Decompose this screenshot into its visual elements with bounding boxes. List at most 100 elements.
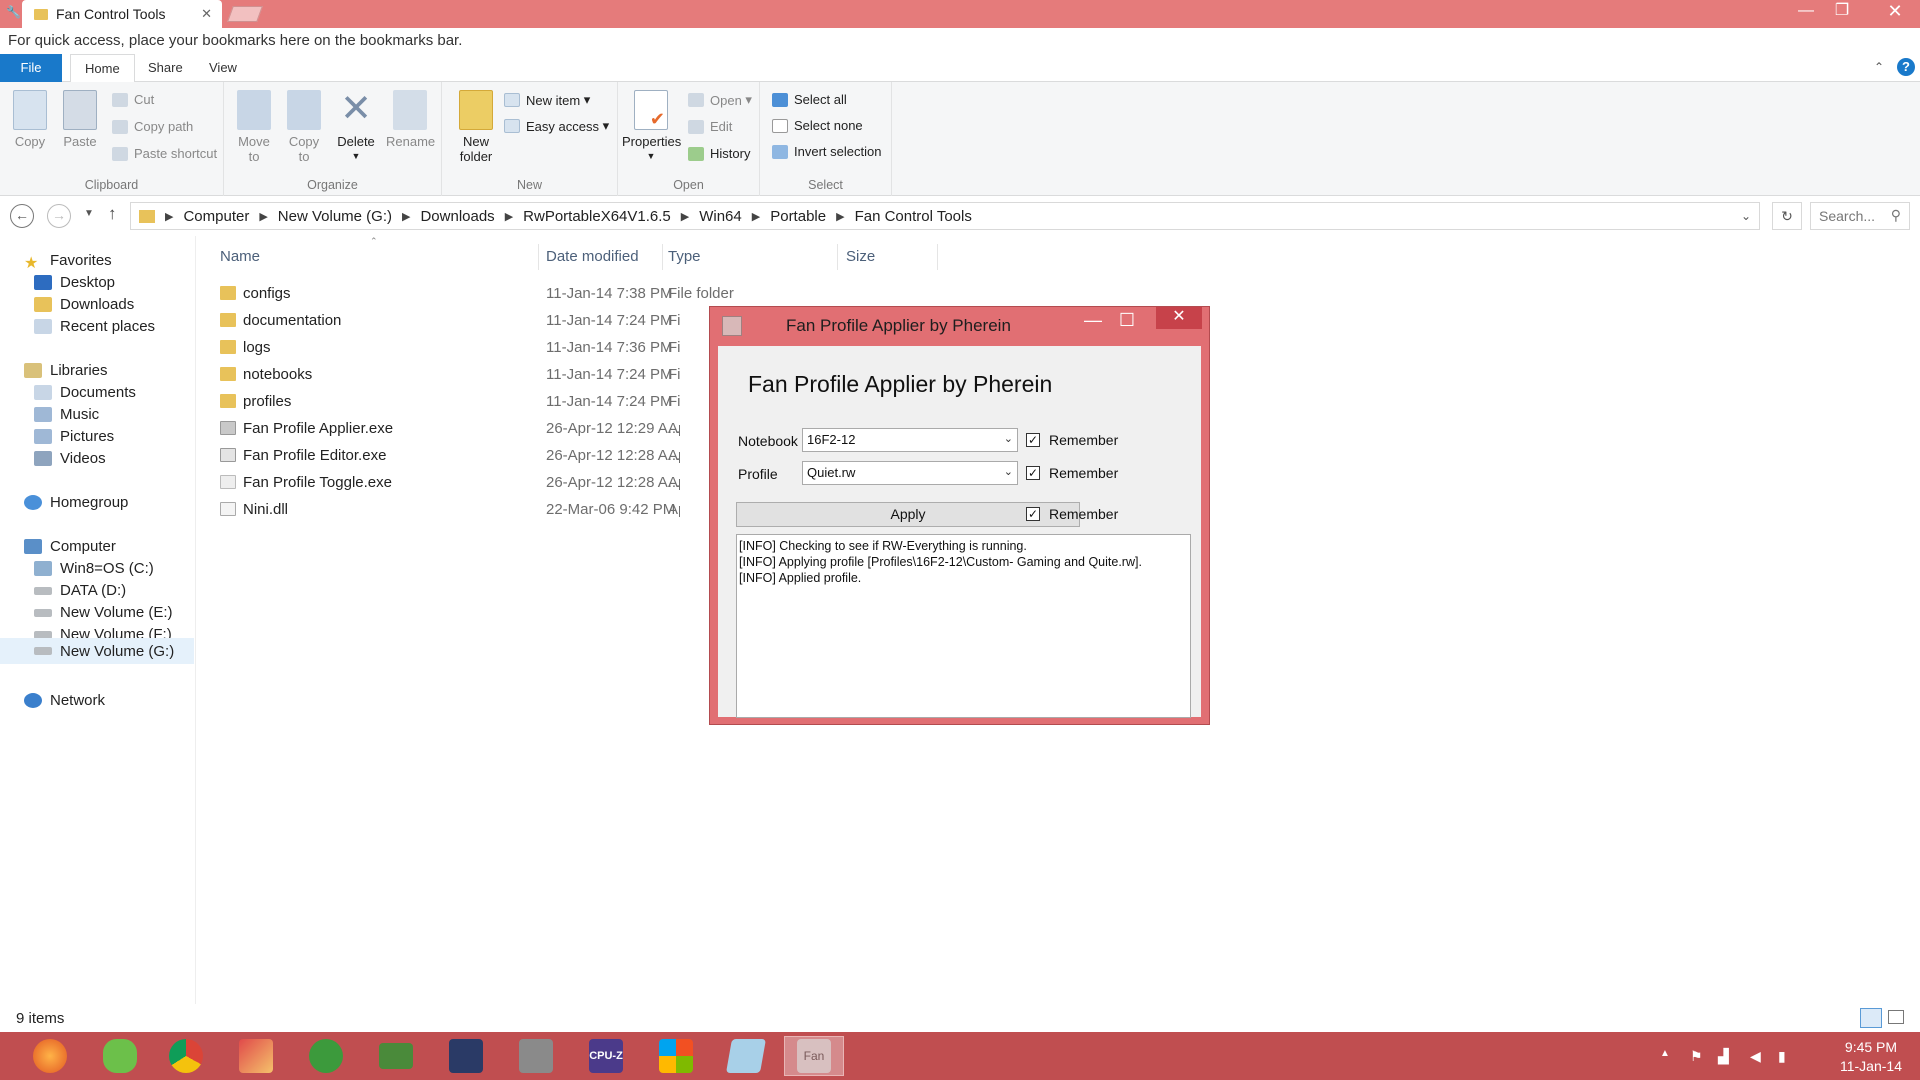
column-size[interactable]: Size	[846, 248, 875, 265]
volume-icon[interactable]: ◀	[1750, 1048, 1761, 1065]
cut-button[interactable]: Cut	[112, 92, 154, 107]
browser-tab[interactable]: Fan Control Tools ✕	[22, 0, 222, 28]
tab-share[interactable]: Share	[134, 54, 197, 82]
delete-dropdown-icon[interactable]: ▼	[334, 149, 378, 164]
search-input[interactable]: Search... ⚲	[1810, 202, 1910, 230]
select-all-button[interactable]: Select all	[772, 92, 847, 107]
nav-drive-g[interactable]: New Volume (G:)	[0, 638, 194, 664]
equalizer-taskbar-icon[interactable]	[436, 1036, 496, 1076]
breadcrumb-portable[interactable]: Portable	[770, 208, 826, 225]
windows-taskbar-icon[interactable]	[646, 1036, 706, 1076]
invert-selection-button[interactable]: Invert selection	[772, 144, 881, 159]
notepad-taskbar-icon[interactable]	[716, 1036, 776, 1076]
delete-button[interactable]: ✕ Delete ▼	[334, 90, 378, 164]
back-button[interactable]: ←	[10, 204, 34, 228]
forward-button[interactable]: →	[47, 204, 71, 228]
nav-desktop[interactable]: Desktop	[34, 274, 115, 291]
nav-network[interactable]: Network	[24, 692, 105, 709]
nav-downloads[interactable]: Downloads	[34, 296, 134, 313]
rw-everything-taskbar-icon[interactable]	[506, 1036, 566, 1076]
new-folder-button[interactable]: New folder	[456, 90, 496, 164]
rename-button[interactable]: Rename	[386, 90, 435, 149]
maximize-button[interactable]: ❐	[1822, 0, 1862, 24]
log-output[interactable]: [INFO] Checking to see if RW-Everything …	[736, 534, 1191, 718]
profile-select[interactable]: Quiet.rw ⌄	[802, 461, 1018, 485]
breadcrumb-fan-control-tools[interactable]: Fan Control Tools	[855, 208, 972, 225]
nav-recent-places[interactable]: Recent places	[34, 318, 155, 335]
properties-button[interactable]: ✔ Properties ▼	[622, 90, 681, 164]
dialog-minimize-button[interactable]: —	[1078, 310, 1108, 331]
column-date-modified[interactable]: Date modified	[546, 248, 639, 265]
remember-notebook-checkbox[interactable]: ✓ Remember	[1026, 432, 1118, 448]
nav-favorites[interactable]: ★ Favorites	[24, 252, 112, 272]
nav-drive-e[interactable]: New Volume (E:)	[34, 604, 173, 621]
paste-shortcut-button[interactable]: Paste shortcut	[112, 146, 217, 161]
paste-button[interactable]: Paste	[60, 90, 100, 149]
nav-homegroup[interactable]: Homegroup	[24, 494, 128, 511]
copy-button[interactable]: Copy	[10, 90, 50, 149]
open-button[interactable]: Open ▾	[688, 92, 752, 108]
properties-dropdown-icon[interactable]: ▼	[622, 149, 680, 164]
chrome-taskbar-icon[interactable]	[156, 1036, 216, 1076]
breadcrumb-g-drive[interactable]: New Volume (G:)	[278, 208, 392, 225]
select-none-button[interactable]: Select none	[772, 118, 863, 133]
edit-button[interactable]: Edit	[688, 119, 732, 134]
breadcrumb-rwportable[interactable]: RwPortableX64V1.6.5	[523, 208, 671, 225]
paint-taskbar-icon[interactable]	[226, 1036, 286, 1076]
network-signal-icon[interactable]: ▟	[1718, 1048, 1729, 1065]
nav-computer[interactable]: Computer	[24, 538, 116, 555]
notebook-select[interactable]: 16F2-12 ⌄	[802, 428, 1018, 452]
column-type[interactable]: Type	[668, 248, 701, 265]
system-clock[interactable]: 9:45 PM 11-Jan-14	[1840, 1038, 1902, 1076]
new-item-button[interactable]: New item ▾	[504, 92, 590, 108]
up-button[interactable]: ↑	[108, 204, 117, 224]
wrench-icon[interactable]: 🔧	[6, 5, 21, 19]
nav-documents[interactable]: Documents	[34, 384, 136, 401]
collapse-ribbon-icon[interactable]: ⌃	[1874, 60, 1884, 74]
tab-view[interactable]: View	[195, 54, 251, 82]
xbox-taskbar-icon[interactable]	[296, 1036, 356, 1076]
move-to-button[interactable]: Move to	[234, 90, 274, 164]
history-button[interactable]: History	[688, 146, 750, 161]
nav-music[interactable]: Music	[34, 406, 99, 423]
dialog-maximize-button[interactable]: ☐	[1112, 310, 1142, 331]
remember-apply-checkbox[interactable]: ✓ Remember	[1026, 506, 1118, 522]
battery-icon[interactable]: ▮	[1778, 1048, 1786, 1065]
breadcrumb-win64[interactable]: Win64	[699, 208, 742, 225]
minimize-button[interactable]: —	[1786, 0, 1826, 24]
close-tab-icon[interactable]: ✕	[201, 6, 212, 22]
fan-applier-taskbar-icon[interactable]: Fan	[784, 1036, 844, 1076]
new-tab-button[interactable]	[227, 6, 263, 22]
easy-access-button[interactable]: Easy access ▾	[504, 118, 609, 134]
address-bar[interactable]: ▶ Computer ▶ New Volume (G:) ▶ Downloads ▶ …	[130, 202, 1760, 230]
item-count: 9 items	[16, 1010, 65, 1027]
tab-file[interactable]: File	[0, 54, 62, 82]
clover-taskbar-icon[interactable]	[90, 1036, 150, 1076]
dialog-close-button[interactable]: ✕	[1156, 307, 1202, 329]
close-button[interactable]: ✕	[1870, 0, 1920, 24]
firefox-taskbar-icon[interactable]	[20, 1036, 80, 1076]
nav-videos[interactable]: Videos	[34, 450, 106, 467]
cpuz-taskbar-icon[interactable]: CPU-Z	[576, 1036, 636, 1076]
nav-drive-d[interactable]: DATA (D:)	[34, 582, 126, 599]
gpu-taskbar-icon[interactable]	[366, 1036, 426, 1076]
nav-drive-c[interactable]: Win8=OS (C:)	[34, 560, 154, 577]
address-dropdown-icon[interactable]: ⌄	[1741, 209, 1751, 223]
breadcrumb-downloads[interactable]: Downloads	[420, 208, 494, 225]
details-view-icon[interactable]	[1860, 1008, 1882, 1028]
nav-pictures[interactable]: Pictures	[34, 428, 114, 445]
remember-profile-checkbox[interactable]: ✓ Remember	[1026, 465, 1118, 481]
breadcrumb-computer[interactable]: Computer	[183, 208, 249, 225]
action-center-flag-icon[interactable]: ⚑	[1690, 1048, 1703, 1065]
column-name[interactable]: Name	[220, 248, 260, 265]
refresh-button[interactable]: ↻	[1772, 202, 1802, 230]
large-icons-view-icon[interactable]	[1888, 1010, 1904, 1024]
tab-home[interactable]: Home	[70, 54, 135, 83]
recent-locations-icon[interactable]: ▼	[84, 208, 94, 219]
copy-to-button[interactable]: Copy to	[284, 90, 324, 164]
help-icon[interactable]: ?	[1897, 58, 1915, 76]
file-row[interactable]: configs 11-Jan-14 7:38 PM File folder	[220, 282, 1020, 308]
nav-libraries[interactable]: Libraries	[24, 362, 108, 379]
copy-path-button[interactable]: Copy path	[112, 119, 193, 134]
show-hidden-icons[interactable]: ▲	[1660, 1048, 1670, 1059]
